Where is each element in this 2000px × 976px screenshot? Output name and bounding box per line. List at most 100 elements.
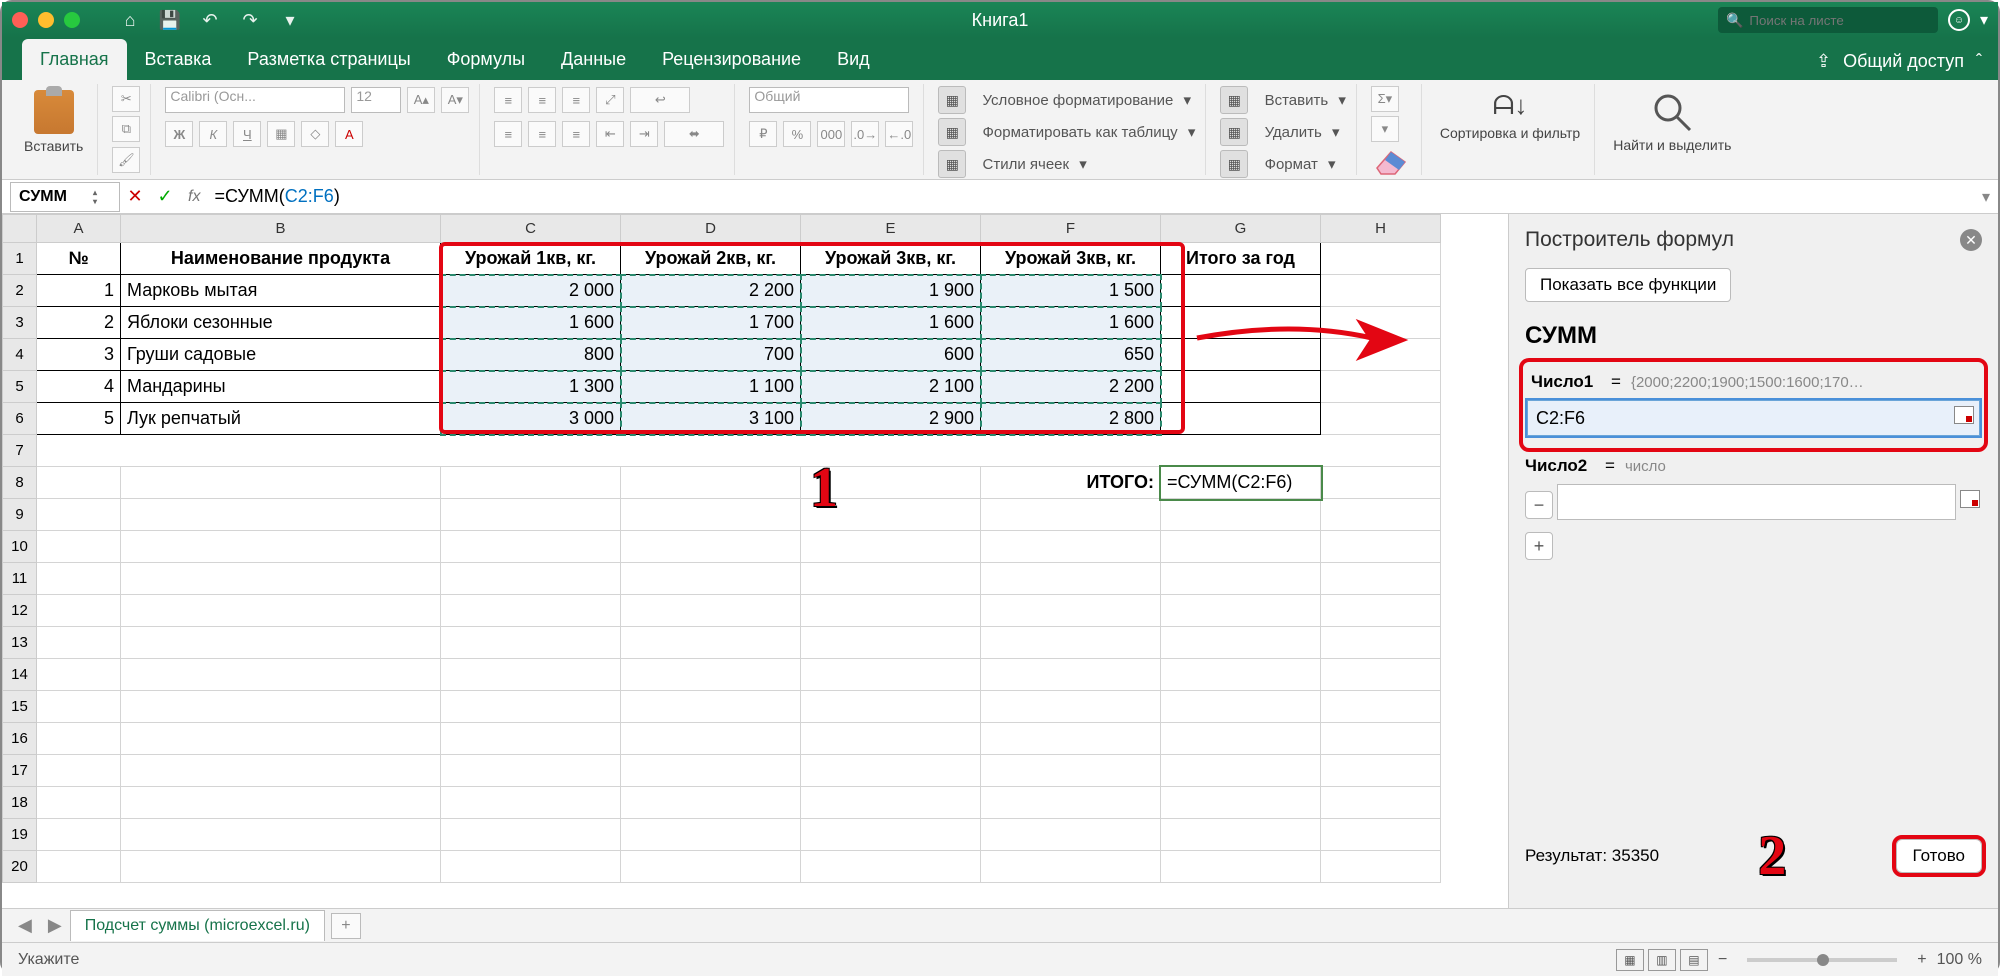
cut-icon[interactable]: ✂ [112, 86, 140, 112]
cell[interactable] [1321, 307, 1441, 339]
cell[interactable]: 3 000 [441, 403, 621, 435]
cell[interactable] [441, 531, 621, 563]
number-format-combo[interactable]: Общий [749, 87, 909, 113]
decrease-indent-icon[interactable]: ⇤ [596, 121, 624, 147]
cell[interactable] [37, 787, 121, 819]
cell[interactable] [1161, 627, 1321, 659]
cell[interactable]: 1 300 [441, 371, 621, 403]
cell[interactable]: 3 [37, 339, 121, 371]
cell[interactable] [441, 627, 621, 659]
cell[interactable] [1161, 563, 1321, 595]
cell[interactable] [1321, 691, 1441, 723]
cell[interactable]: 2 200 [981, 371, 1161, 403]
row-header[interactable]: 5 [3, 371, 37, 403]
cell[interactable] [621, 691, 801, 723]
cell[interactable] [1161, 307, 1321, 339]
cell[interactable]: 1 900 [801, 275, 981, 307]
cell[interactable] [801, 755, 981, 787]
row-header[interactable]: 16 [3, 723, 37, 755]
cell[interactable]: 1 500 [981, 275, 1161, 307]
paste-button[interactable]: Вставить [20, 86, 87, 158]
cell[interactable] [621, 563, 801, 595]
accept-formula-button[interactable]: ✓ [150, 182, 180, 212]
cell[interactable] [121, 723, 441, 755]
cell[interactable] [801, 787, 981, 819]
cell[interactable] [621, 755, 801, 787]
cell[interactable] [37, 563, 121, 595]
cell[interactable] [121, 595, 441, 627]
cell[interactable]: 600 [801, 339, 981, 371]
sheet-area[interactable]: A B C D E F G H 1 № Наименование продукт… [2, 214, 1508, 908]
cell[interactable] [1321, 339, 1441, 371]
cell[interactable] [981, 595, 1161, 627]
cell[interactable] [621, 819, 801, 851]
cell[interactable] [981, 787, 1161, 819]
copy-icon[interactable]: ⧉ [112, 116, 140, 142]
tab-review[interactable]: Рецензирование [644, 39, 819, 80]
cell-itogo-formula[interactable]: =СУММ(C2:F6) [1161, 467, 1321, 499]
cell[interactable] [1321, 467, 1441, 499]
cell[interactable] [801, 819, 981, 851]
cell[interactable]: Итого за год [1161, 243, 1321, 275]
name-box[interactable]: СУММ ▴▾ [10, 182, 120, 212]
cond-format-button[interactable]: Условное форматирование [983, 92, 1174, 109]
arg1-input[interactable] [1527, 400, 1980, 436]
cell[interactable] [981, 755, 1161, 787]
cell[interactable]: Мандарины [121, 371, 441, 403]
fill-icon[interactable]: ▾ [1371, 116, 1399, 142]
cell[interactable] [121, 627, 441, 659]
zoom-slider[interactable] [1747, 958, 1897, 962]
merge-button[interactable]: ⬌ [664, 121, 724, 147]
cell[interactable] [1321, 595, 1441, 627]
tab-insert[interactable]: Вставка [127, 39, 230, 80]
cell[interactable] [621, 659, 801, 691]
cell[interactable] [1161, 595, 1321, 627]
normal-view-icon[interactable]: ▦ [1616, 949, 1644, 971]
cell-styles-button[interactable]: Стили ячеек [983, 156, 1070, 173]
cell[interactable] [441, 563, 621, 595]
cell[interactable] [37, 723, 121, 755]
zoom-in-button[interactable]: + [1917, 951, 1926, 969]
cell[interactable] [1321, 627, 1441, 659]
fx-icon[interactable]: fx [188, 188, 200, 206]
font-size-combo[interactable]: 12 [351, 87, 401, 113]
cell[interactable] [441, 851, 621, 883]
col-header[interactable]: B [121, 215, 441, 243]
done-button[interactable]: Готово [1896, 839, 1983, 873]
format-table-button[interactable]: Форматировать как таблицу [983, 124, 1178, 141]
cell[interactable] [121, 659, 441, 691]
cell[interactable] [121, 691, 441, 723]
cell[interactable] [981, 723, 1161, 755]
cell[interactable] [37, 595, 121, 627]
cell[interactable] [981, 627, 1161, 659]
cell[interactable] [441, 819, 621, 851]
cell[interactable]: Груши садовые [121, 339, 441, 371]
cell[interactable] [1321, 403, 1441, 435]
cell[interactable] [621, 851, 801, 883]
cell[interactable] [801, 531, 981, 563]
col-header[interactable]: G [1161, 215, 1321, 243]
cell[interactable] [981, 499, 1161, 531]
cell[interactable] [1161, 499, 1321, 531]
cell[interactable] [37, 755, 121, 787]
cell[interactable] [37, 531, 121, 563]
fill-color-button[interactable]: ◇ [301, 121, 329, 147]
cell[interactable] [621, 499, 801, 531]
cell[interactable]: 650 [981, 339, 1161, 371]
tab-data[interactable]: Данные [543, 39, 644, 80]
cell[interactable] [981, 691, 1161, 723]
cell[interactable] [121, 531, 441, 563]
tab-view[interactable]: Вид [819, 39, 888, 80]
cell[interactable] [441, 691, 621, 723]
cell[interactable] [1161, 787, 1321, 819]
tab-page-layout[interactable]: Разметка страницы [229, 39, 428, 80]
cell[interactable]: Яблоки сезонные [121, 307, 441, 339]
undo-icon[interactable]: ↶ [200, 10, 220, 30]
cell[interactable] [1161, 851, 1321, 883]
save-icon[interactable]: 💾 [160, 10, 180, 30]
row-header[interactable]: 6 [3, 403, 37, 435]
cell[interactable]: 2 900 [801, 403, 981, 435]
row-header[interactable]: 13 [3, 627, 37, 659]
sheet-search-box[interactable]: 🔍 [1718, 7, 1938, 33]
cell[interactable] [37, 851, 121, 883]
